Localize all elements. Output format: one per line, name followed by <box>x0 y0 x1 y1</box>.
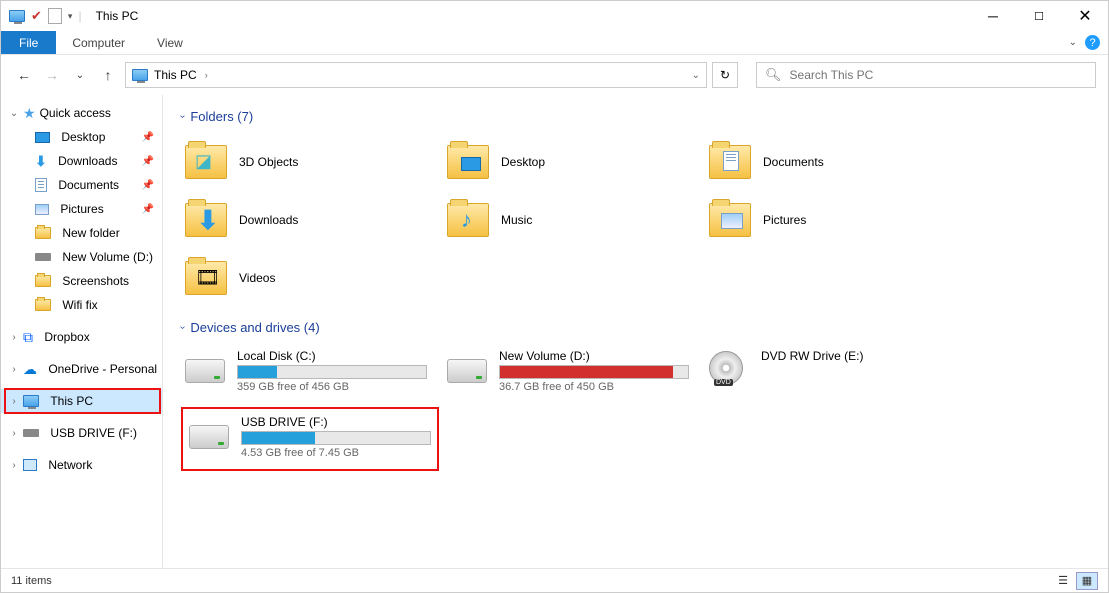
computer-tab[interactable]: Computer <box>56 31 141 54</box>
titlebar: ✔ ▾ | This PC ─ ☐ ✕ <box>1 1 1108 31</box>
sidebar: ⌄★Quick access Desktop📌 ⬇ Downloads📌 Doc… <box>1 95 163 568</box>
refresh-button[interactable]: ↻ <box>712 62 738 88</box>
maximize-button[interactable]: ☐ <box>1016 1 1062 31</box>
sidebar-item-newfolder[interactable]: New folder <box>1 221 162 245</box>
sidebar-item-newvolume[interactable]: New Volume (D:) <box>1 245 162 269</box>
sidebar-item-pictures[interactable]: Pictures📌 <box>1 197 162 221</box>
back-button[interactable]: ← <box>13 64 35 86</box>
window-title: This PC <box>96 9 139 23</box>
drive-usb-f[interactable]: USB DRIVE (F:) 4.53 GB free of 7.45 GB <box>181 407 439 471</box>
details-view-button[interactable]: ☰ <box>1052 572 1074 590</box>
statusbar: 11 items ☰ ▦ <box>1 568 1108 592</box>
sidebar-thispc[interactable]: › This PC <box>1 389 162 413</box>
view-tab[interactable]: View <box>141 31 199 54</box>
sidebar-item-screenshots[interactable]: Screenshots <box>1 269 162 293</box>
sidebar-item-documents[interactable]: Documents📌 <box>1 173 162 197</box>
tiles-view-button[interactable]: ▦ <box>1076 572 1098 590</box>
sidebar-item-downloads[interactable]: ⬇ Downloads📌 <box>1 149 162 173</box>
search-input[interactable] <box>790 68 1087 82</box>
folder-downloads[interactable]: ⬇Downloads <box>181 192 433 248</box>
menubar: File Computer View ⌄ ? <box>1 31 1108 55</box>
sidebar-onedrive[interactable]: ›☁ OneDrive - Personal <box>1 357 162 381</box>
sidebar-dropbox[interactable]: ›⧉ Dropbox <box>1 325 162 349</box>
drives-header[interactable]: ›Devices and drives (4) <box>181 320 1090 335</box>
breadcrumb[interactable]: This PC <box>154 68 197 82</box>
address-bar: ← → ⌄ ↑ This PC› ⌄ ↻ 🔍︎ <box>1 55 1108 95</box>
forward-button[interactable]: → <box>41 64 63 86</box>
folder-music[interactable]: ♪Music <box>443 192 695 248</box>
ribbon-expand-icon[interactable]: ⌄ <box>1069 37 1077 48</box>
drive-dvd-e[interactable]: DVD RW Drive (E:) <box>705 345 957 401</box>
folder-desktop[interactable]: Desktop <box>443 134 695 190</box>
help-icon[interactable]: ? <box>1085 35 1100 50</box>
folder-documents[interactable]: Documents <box>705 134 957 190</box>
search-box[interactable]: 🔍︎ <box>756 62 1096 88</box>
sidebar-item-wififix[interactable]: Wifi fix <box>1 293 162 317</box>
folder-3dobjects[interactable]: ◪3D Objects <box>181 134 433 190</box>
search-icon: 🔍︎ <box>765 67 782 83</box>
recent-locations-button[interactable]: ⌄ <box>69 64 91 86</box>
content-pane: ›Folders (7) ◪3D Objects Desktop Documen… <box>163 95 1108 568</box>
drive-newvolume-d[interactable]: New Volume (D:) 36.7 GB free of 450 GB <box>443 345 695 401</box>
sidebar-usbdrive[interactable]: › USB DRIVE (F:) <box>1 421 162 445</box>
close-button[interactable]: ✕ <box>1062 1 1108 31</box>
sidebar-item-desktop[interactable]: Desktop📌 <box>1 125 162 149</box>
folder-pictures[interactable]: Pictures <box>705 192 957 248</box>
folder-videos[interactable]: 🎞Videos <box>181 250 433 306</box>
folders-header[interactable]: ›Folders (7) <box>181 109 1090 124</box>
address-icon <box>132 69 148 81</box>
sidebar-network[interactable]: › Network <box>1 453 162 477</box>
address-box[interactable]: This PC› ⌄ <box>125 62 707 88</box>
sidebar-quick-access[interactable]: ⌄★Quick access <box>1 101 162 125</box>
drive-localdisk-c[interactable]: Local Disk (C:) 359 GB free of 456 GB <box>181 345 433 401</box>
status-text: 11 items <box>11 575 52 587</box>
file-menu[interactable]: File <box>1 31 56 54</box>
app-icon <box>9 10 25 22</box>
up-button[interactable]: ↑ <box>97 64 119 86</box>
minimize-button[interactable]: ─ <box>970 1 1016 31</box>
